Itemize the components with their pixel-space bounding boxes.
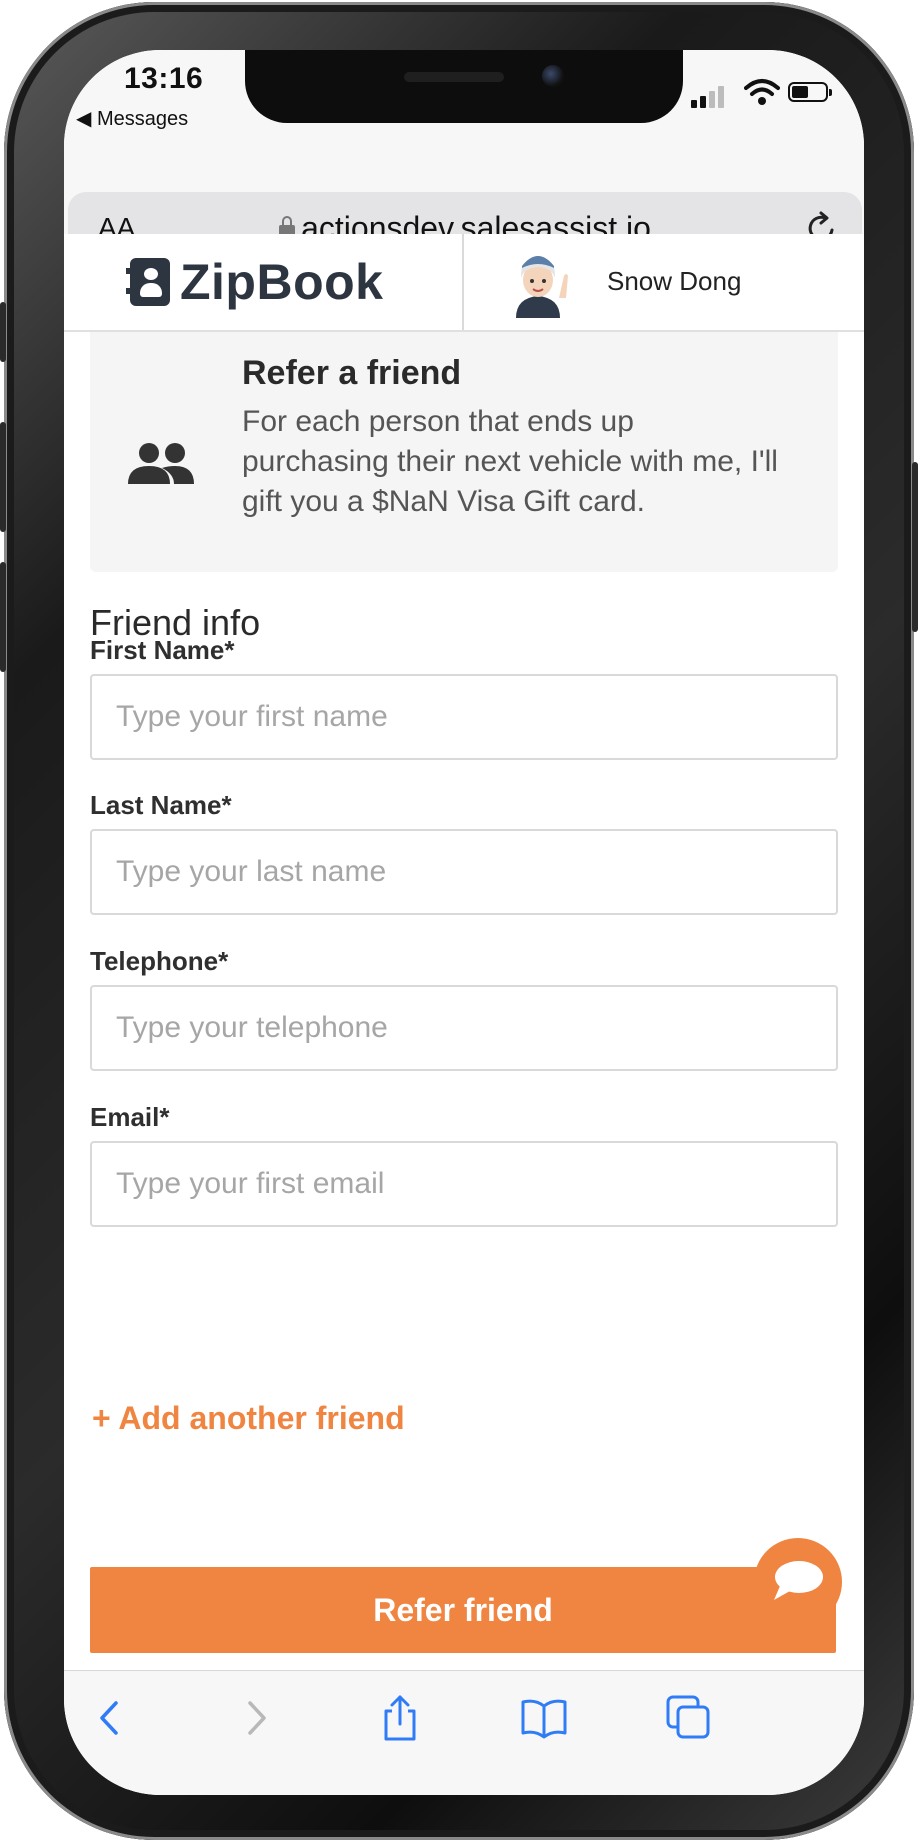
speaker	[404, 72, 504, 82]
signal-icon	[691, 84, 727, 108]
wifi-icon	[744, 79, 780, 105]
clock: 13:16	[124, 62, 204, 95]
phone-screen: 13:16 ◀ Messages AA actionsdev.salesassi…	[64, 50, 864, 1795]
forward-icon[interactable]	[230, 1693, 280, 1743]
mute-switch	[0, 302, 6, 362]
tabs-icon[interactable]	[664, 1693, 714, 1743]
telephone-input[interactable]	[90, 985, 838, 1071]
add-another-friend-link[interactable]: + Add another friend	[92, 1400, 405, 1437]
bookmarks-icon[interactable]	[519, 1693, 569, 1743]
promo-description: For each person that ends up purchasing …	[242, 405, 778, 518]
battery-icon	[788, 82, 832, 102]
status-bar: 13:16 ◀ Messages	[64, 50, 864, 140]
refer-friend-button[interactable]: Refer friend	[90, 1567, 836, 1653]
people-icon	[128, 443, 194, 484]
agent-avatar	[516, 256, 568, 318]
back-to-app-link[interactable]: ◀ Messages	[76, 106, 188, 131]
logo-text: ZipBook	[180, 254, 384, 310]
header-divider	[462, 234, 464, 330]
referral-promo: Refer a friend For each person that ends…	[90, 332, 838, 572]
volume-down-button	[0, 562, 6, 672]
promo-title: Refer a friend	[242, 354, 462, 392]
power-button	[912, 462, 918, 632]
notch	[245, 50, 683, 123]
chat-launcher-button[interactable]	[754, 1538, 842, 1626]
share-icon[interactable]	[375, 1693, 425, 1743]
volume-up-button	[0, 422, 6, 532]
last-name-label: Last Name*	[90, 790, 232, 820]
telephone-label: Telephone*	[90, 946, 229, 976]
chat-icon	[774, 1561, 823, 1600]
agent-name: Snow Dong	[607, 266, 742, 296]
last-name-input[interactable]	[90, 829, 838, 915]
first-name-label: First Name*	[90, 635, 235, 665]
back-icon[interactable]	[86, 1693, 136, 1743]
site-header: ZipBook Snow Dong	[64, 234, 864, 332]
email-input[interactable]	[90, 1141, 838, 1227]
zipbook-logo[interactable]: ZipBook	[126, 254, 384, 310]
browser-toolbar	[64, 1670, 864, 1795]
contact-book-icon	[126, 258, 170, 306]
first-name-input[interactable]	[90, 674, 838, 760]
email-label: Email*	[90, 1102, 170, 1132]
front-camera	[542, 65, 564, 87]
phone-frame: 13:16 ◀ Messages AA actionsdev.salesassi…	[0, 2, 918, 1840]
